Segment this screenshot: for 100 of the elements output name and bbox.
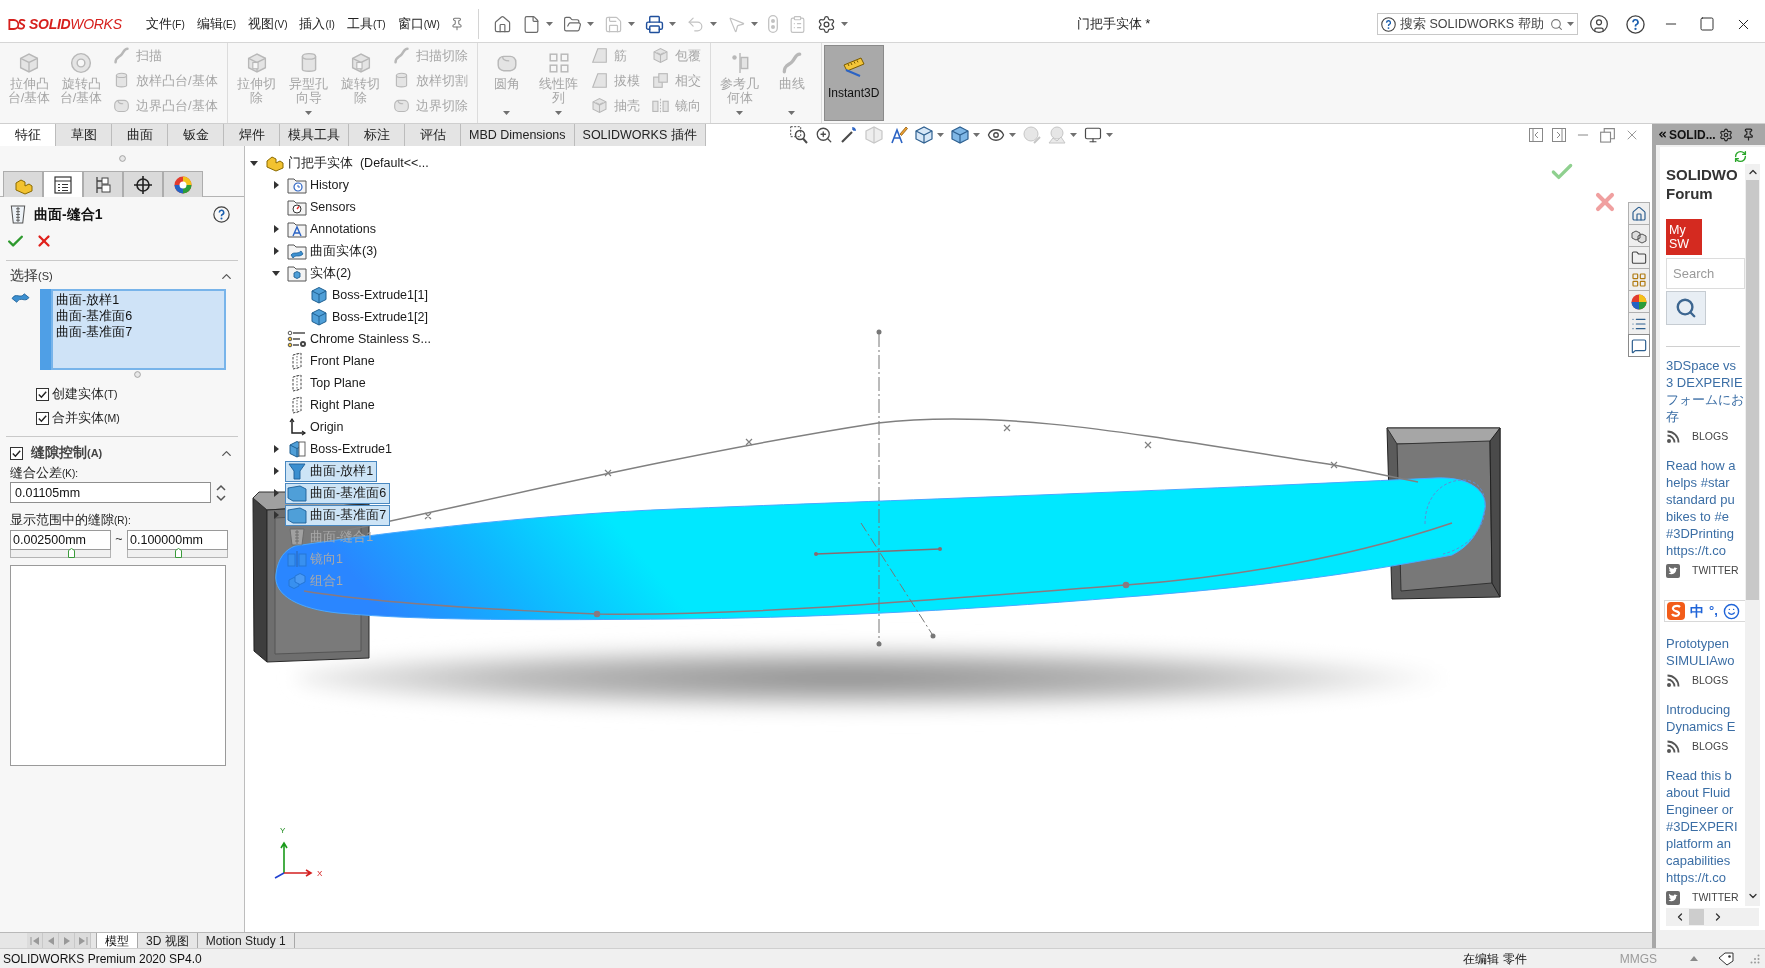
smiley-icon[interactable]	[1722, 602, 1740, 620]
panel-tab[interactable]	[123, 171, 163, 197]
checkbox[interactable]	[36, 411, 49, 425]
tree-item[interactable]: 曲面-放样1	[285, 460, 378, 482]
ime-punctuation-toggle[interactable]: °,	[1709, 601, 1718, 621]
menu-item[interactable]: 插入(I)	[293, 12, 341, 36]
restore-icon[interactable]	[1600, 127, 1615, 143]
horizontal-scrollbar[interactable]	[1666, 908, 1759, 926]
caret-up-icon[interactable]	[1690, 956, 1698, 961]
expand-arrow-icon[interactable]	[273, 181, 279, 189]
expand-arrow-icon[interactable]	[273, 225, 279, 233]
command-tab[interactable]: 模具工具	[280, 124, 349, 146]
bottom-tab[interactable]: 模型	[96, 933, 138, 948]
command-tab[interactable]: 特征	[0, 124, 56, 146]
tree-item[interactable]: Sensors	[285, 196, 360, 218]
checkbox[interactable]	[36, 387, 49, 401]
post-link-line[interactable]: https://t.co	[1666, 869, 1745, 886]
instant3d-button[interactable]: Instant3D	[823, 45, 884, 121]
slider-track[interactable]	[127, 550, 228, 558]
post-link-line[interactable]: https://t.co	[1666, 542, 1745, 559]
toolbar-button[interactable]	[948, 125, 982, 145]
refresh-icon[interactable]	[1734, 150, 1747, 163]
task-pane-tab[interactable]	[1628, 224, 1650, 247]
command-tab[interactable]: 焊件	[224, 124, 280, 146]
menu-item[interactable]: 工具(T)	[340, 12, 392, 36]
command-tab[interactable]: 钣金	[168, 124, 224, 146]
menu-item[interactable]: 视图(V)	[242, 12, 294, 36]
resize-handle-icon[interactable]	[118, 155, 126, 162]
tree-item[interactable]: 曲面-基准面7	[285, 504, 391, 526]
menu-item[interactable]: 文件(F)	[140, 12, 191, 36]
tree-item[interactable]: Chrome Stainless S...	[285, 328, 435, 350]
resize-handle-icon[interactable]	[134, 370, 141, 378]
post-link-line[interactable]: Engineer or	[1666, 801, 1745, 818]
search-icon[interactable]	[1550, 17, 1563, 31]
ime-mode-toggle[interactable]: 中	[1690, 600, 1704, 622]
scrollbar-thumb[interactable]	[1746, 180, 1759, 600]
expand-arrow-icon[interactable]	[273, 489, 279, 497]
command-tab[interactable]: 草图	[56, 124, 112, 146]
post-link-line[interactable]: 存	[1666, 408, 1745, 425]
panel-tab[interactable]	[83, 171, 123, 197]
task-pane-tab[interactable]	[1628, 202, 1650, 225]
task-pane-tab[interactable]	[1628, 246, 1650, 269]
slider-thumb[interactable]	[174, 548, 182, 558]
tile-left-icon[interactable]	[1529, 128, 1543, 142]
pin-icon[interactable]	[1741, 128, 1755, 141]
command-tab[interactable]: 评估	[405, 124, 461, 146]
tag-icon[interactable]	[1718, 951, 1734, 966]
user-icon[interactable]	[1589, 14, 1609, 34]
post-link-line[interactable]: #3DEXPERI	[1666, 818, 1745, 835]
search-button[interactable]	[1666, 291, 1706, 325]
collapse-pane-icon[interactable]	[1657, 129, 1668, 140]
slider-track[interactable]	[10, 550, 111, 558]
task-pane-tab[interactable]	[1628, 290, 1650, 313]
collapse-arrow-icon[interactable]	[250, 160, 258, 166]
post-link-line[interactable]: about Fluid	[1666, 784, 1745, 801]
ime-logo-icon[interactable]	[1667, 602, 1685, 620]
pin-icon[interactable]	[449, 17, 464, 31]
post-link-line[interactable]: platform an	[1666, 835, 1745, 852]
command-tab[interactable]: 标注	[349, 124, 405, 146]
tile-right-icon[interactable]	[1552, 128, 1566, 142]
tree-item[interactable]: Right Plane	[285, 394, 379, 416]
help-icon[interactable]	[1625, 14, 1645, 34]
help-icon[interactable]	[1381, 16, 1396, 32]
post-link-line[interactable]: 3DSpace vs	[1666, 357, 1745, 374]
tree-item[interactable]: Origin	[285, 416, 348, 438]
tree-item[interactable]: Boss-Extrude1	[285, 438, 396, 460]
cancel-x-icon[interactable]	[35, 232, 53, 250]
tree-item[interactable]: Top Plane	[285, 372, 370, 394]
caret-icon[interactable]	[1567, 22, 1574, 26]
post-link-line[interactable]: 3 DEXPERIE	[1666, 374, 1745, 391]
menu-item[interactable]: 窗口(W)	[391, 12, 446, 36]
range-field[interactable]: 0.002500mm	[10, 530, 111, 550]
tree-item[interactable]: Boss-Extrude1[2]	[307, 306, 432, 328]
tree-item[interactable]: Boss-Extrude1[1]	[307, 284, 432, 306]
post-link-line[interactable]: フォームにお	[1666, 391, 1745, 408]
slider-thumb[interactable]	[68, 548, 76, 558]
panel-tab[interactable]	[43, 171, 83, 197]
panel-tab[interactable]	[163, 171, 203, 197]
toolbar-button[interactable]	[787, 125, 810, 145]
post-link-line[interactable]: standard pu	[1666, 491, 1745, 508]
scrollbar[interactable]	[1745, 164, 1760, 906]
selection-item[interactable]: 曲面-放样1	[56, 292, 224, 308]
spinner-icon[interactable]	[215, 482, 227, 503]
tree-item[interactable]: 门把手实体 (Default<<...	[263, 152, 433, 174]
toolbar-button[interactable]	[912, 125, 946, 145]
search-field[interactable]: 搜索 SOLIDWORKS 帮助	[1377, 13, 1578, 35]
tree-item[interactable]: 曲面实体(3)	[285, 240, 382, 262]
tree-item[interactable]: 实体(2)	[285, 262, 356, 284]
task-pane-tab[interactable]	[1628, 268, 1650, 291]
help-icon[interactable]	[213, 205, 230, 223]
post-link-line[interactable]: capabilities	[1666, 852, 1745, 869]
post-link-line[interactable]: Introducing	[1666, 701, 1745, 718]
post-link-line[interactable]: helps #star	[1666, 474, 1745, 491]
expand-arrow-icon[interactable]	[273, 467, 279, 475]
post-link-line[interactable]: Read this b	[1666, 767, 1745, 784]
checkbox-label[interactable]: 创建实体(T)	[52, 384, 118, 404]
post-link-line[interactable]: bikes to #e	[1666, 508, 1745, 525]
selection-item[interactable]: 曲面-基准面6	[56, 308, 224, 324]
post-link-line[interactable]: SIMULIAwo	[1666, 652, 1745, 669]
checkbox[interactable]	[10, 446, 23, 460]
